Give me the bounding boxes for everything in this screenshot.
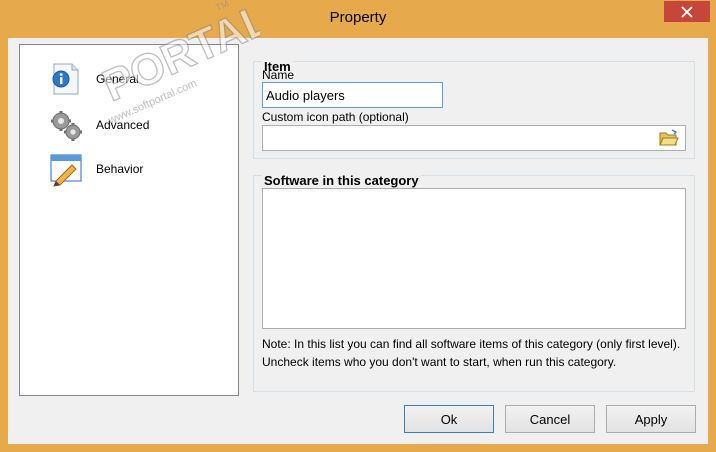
window-title: Property — [329, 9, 387, 26]
nav-item-behavior[interactable]: Behavior — [48, 151, 143, 187]
name-label: Name — [262, 68, 295, 82]
icon-path-input[interactable] — [262, 125, 686, 151]
ok-button[interactable]: Ok — [404, 405, 494, 433]
dialog-client-area: General Advanced Behavior Item Name Audi… — [8, 38, 708, 444]
icon-path-label: Custom icon path (optional) — [262, 110, 409, 124]
browse-folder-button[interactable] — [658, 128, 680, 148]
property-window: Property General Advanced Behavior Item … — [0, 0, 716, 452]
close-button[interactable] — [664, 1, 710, 22]
close-icon — [681, 5, 693, 18]
category-nav-panel: General Advanced Behavior — [19, 44, 239, 396]
apply-button[interactable]: Apply — [606, 405, 696, 433]
gears-icon — [51, 111, 82, 141]
nav-item-label: Behavior — [96, 162, 144, 176]
software-list[interactable] — [262, 188, 686, 329]
title-bar[interactable]: Property — [0, 0, 716, 38]
nav-item-general[interactable]: General — [48, 61, 139, 97]
name-input[interactable] — [262, 82, 443, 108]
info-document-icon — [52, 63, 79, 95]
open-folder-icon — [659, 129, 679, 146]
nav-item-label: General — [96, 72, 139, 86]
software-note: Note: In this list you can find all soft… — [262, 337, 681, 369]
software-group-title: Software in this category — [262, 173, 421, 188]
nav-item-label: Advanced — [96, 118, 150, 132]
pencil-window-icon — [50, 154, 82, 187]
cancel-button[interactable]: Cancel — [505, 405, 595, 433]
nav-item-advanced[interactable]: Advanced — [48, 107, 149, 143]
